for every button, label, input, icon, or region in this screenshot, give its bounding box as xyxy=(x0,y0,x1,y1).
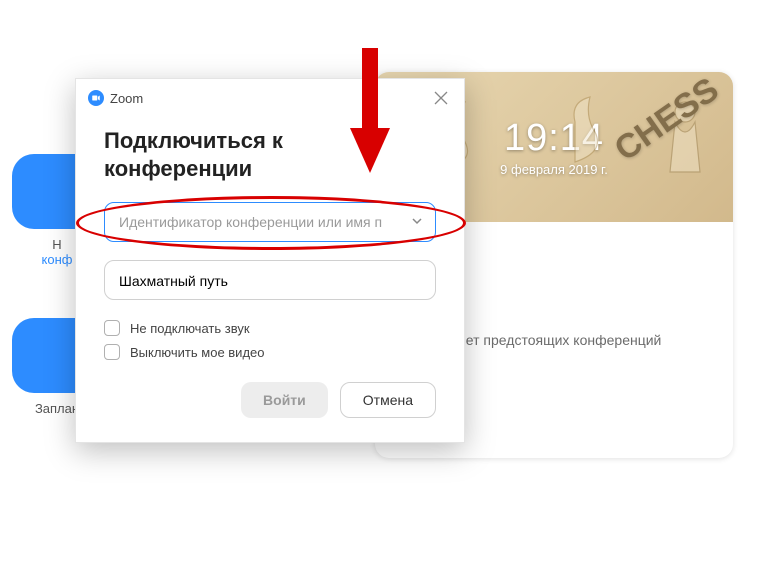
upcoming-empty-text: я нет предстоящих конференций xyxy=(447,332,662,348)
mute-audio-label: Не подключать звук xyxy=(130,321,250,336)
dialog-titlebar: Zoom xyxy=(76,79,464,117)
disable-video-label: Выключить мое видео xyxy=(130,345,265,360)
meeting-id-input[interactable] xyxy=(119,203,401,241)
disable-video-checkbox[interactable] xyxy=(104,344,120,360)
disable-video-row[interactable]: Выключить мое видео xyxy=(104,344,436,360)
join-dialog: Zoom Подключиться к конференции Не подкл… xyxy=(75,78,465,443)
zoom-icon xyxy=(88,90,104,106)
display-name-input[interactable] xyxy=(119,263,401,299)
chevron-down-icon xyxy=(411,214,423,230)
mute-audio-checkbox[interactable] xyxy=(104,320,120,336)
dialog-buttons: Войти Отмена xyxy=(104,382,436,418)
dialog-body: Подключиться к конференции Не подключать… xyxy=(76,117,464,442)
mute-audio-row[interactable]: Не подключать звук xyxy=(104,320,436,336)
display-name-field[interactable] xyxy=(104,260,436,300)
cancel-button[interactable]: Отмена xyxy=(340,382,436,418)
dialog-title: Подключиться к конференции xyxy=(104,127,436,182)
close-button[interactable] xyxy=(430,87,452,109)
meeting-id-combo[interactable] xyxy=(104,202,436,242)
dialog-app-name: Zoom xyxy=(110,91,143,106)
hero-chess-text: CHESS xyxy=(608,72,726,169)
join-button[interactable]: Войти xyxy=(241,382,328,418)
